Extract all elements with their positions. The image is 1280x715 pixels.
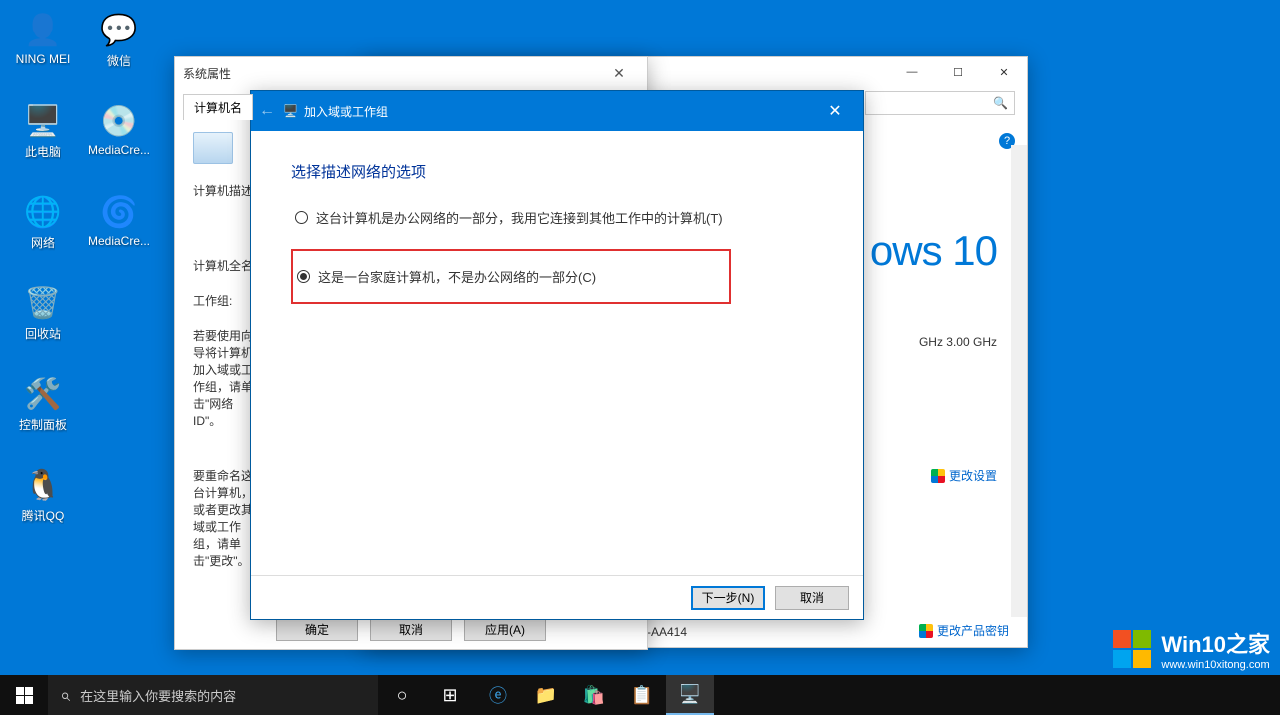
radio-icon (297, 270, 310, 283)
shield-icon (919, 624, 933, 638)
desktop-icon-ningmei[interactable]: 👤NING MEI (8, 8, 78, 69)
windows-icon (16, 687, 33, 704)
scrollbar[interactable] (1011, 145, 1027, 617)
taskbar-control-panel[interactable]: 🖥️ (666, 675, 714, 715)
props-titlebar[interactable]: 系统属性 ✕ (175, 57, 647, 89)
change-settings-link[interactable]: 更改设置 (931, 467, 997, 484)
taskbar-search[interactable]: 在这里输入你要搜索的内容 (48, 675, 378, 715)
wizard-footer: 下一步(N) 取消 (251, 575, 863, 619)
trash-icon: 🗑️ (21, 281, 65, 325)
task-view-button[interactable]: ⊞ (426, 675, 474, 715)
radio-home-computer[interactable]: 这是一台家庭计算机，不是办公网络的一部分(C) (291, 249, 731, 304)
ie-icon: 🌀 (97, 190, 141, 234)
cortana-button[interactable]: ○ (378, 675, 426, 715)
join-domain-wizard: ← 🖥️ 加入域或工作组 ✕ 选择描述网络的选项 这台计算机是办公网络的一部分，… (250, 90, 864, 620)
wechat-icon: 💬 (97, 8, 141, 52)
wizard-heading: 选择描述网络的选项 (291, 161, 823, 182)
search-icon: 🔍 (993, 96, 1008, 110)
tab-computer-name[interactable]: 计算机名 (183, 94, 253, 120)
wizard-body: 选择描述网络的选项 这台计算机是办公网络的一部分，我用它连接到其他工作中的计算机… (251, 131, 863, 575)
apply-button[interactable]: 应用(A) (464, 617, 546, 641)
windows-brand: ows 10 (870, 227, 997, 275)
disc-icon: 💿 (97, 99, 141, 143)
cpu-info: GHz 3.00 GHz (919, 335, 997, 349)
taskbar: 在这里输入你要搜索的内容 ○ ⊞ ⓔ 📁 🛍️ 📋 🖥️ (0, 675, 1280, 715)
close-button[interactable]: ✕ (981, 57, 1027, 87)
start-button[interactable] (0, 675, 48, 715)
radio-icon (295, 211, 308, 224)
computer-icon: 🖥️ (21, 99, 65, 143)
cancel-button[interactable]: 取消 (775, 586, 849, 610)
product-id: -AA414 (647, 625, 687, 639)
watermark-title: Win10之家 (1161, 627, 1270, 659)
taskbar-app1[interactable]: 📋 (618, 675, 666, 715)
change-product-key-link[interactable]: 更改产品密钥 (919, 622, 1009, 639)
search-placeholder: 在这里输入你要搜索的内容 (80, 686, 236, 705)
wizard-header[interactable]: ← 🖥️ 加入域或工作组 ✕ (251, 91, 863, 131)
ok-button[interactable]: 确定 (276, 617, 358, 641)
radio-office-network[interactable]: 这台计算机是办公网络的一部分，我用它连接到其他工作中的计算机(T) (291, 206, 823, 229)
minimize-button[interactable]: — (889, 57, 935, 87)
shield-icon (931, 469, 945, 483)
desktop-icon-recyclebin[interactable]: 🗑️回收站 (8, 281, 78, 342)
close-button[interactable]: ✕ (815, 101, 855, 121)
desktop-icon-wechat[interactable]: 💬微信 (84, 8, 154, 69)
taskbar-store[interactable]: 🛍️ (570, 675, 618, 715)
qq-icon: 🐧 (21, 463, 65, 507)
desktop-icon-mediacre2[interactable]: 🌀MediaCre... (84, 190, 154, 251)
desktop-icon-network[interactable]: 🌐网络 (8, 190, 78, 251)
taskbar-edge[interactable]: ⓔ (474, 675, 522, 715)
user-icon: 👤 (21, 8, 65, 52)
desktop-icon-controlpanel[interactable]: 🛠️控制面板 (8, 372, 78, 433)
desktop-icon-qq[interactable]: 🐧腾讯QQ (8, 463, 78, 524)
cancel-button[interactable]: 取消 (370, 617, 452, 641)
desktop-icon-mediacre1[interactable]: 💿MediaCre... (84, 99, 154, 160)
watermark-url: www.win10xitong.com (1161, 659, 1270, 671)
desktop-icons: 👤NING MEI 💬微信 🖥️此电脑 💿MediaCre... 🌐网络 🌀Me… (8, 8, 154, 524)
radio-label: 这台计算机是办公网络的一部分，我用它连接到其他工作中的计算机(T) (316, 208, 723, 227)
next-button[interactable]: 下一步(N) (691, 586, 765, 610)
radio-label: 这是一台家庭计算机，不是办公网络的一部分(C) (318, 267, 596, 286)
search-box[interactable]: 🔍 (865, 91, 1015, 115)
close-button[interactable]: ✕ (599, 65, 639, 82)
windows-logo-icon (1113, 630, 1151, 668)
back-button[interactable]: ← (259, 102, 283, 120)
props-title: 系统属性 (183, 65, 599, 82)
taskbar-explorer[interactable]: 📁 (522, 675, 570, 715)
maximize-button[interactable]: ☐ (935, 57, 981, 87)
network-icon: 🌐 (21, 190, 65, 234)
computer-icon (193, 132, 233, 164)
wizard-icon: 🖥️ (283, 104, 298, 118)
wizard-title: 🖥️ 加入域或工作组 (283, 103, 815, 120)
controlpanel-icon: 🛠️ (21, 372, 65, 416)
desktop-icon-thispc[interactable]: 🖥️此电脑 (8, 99, 78, 160)
watermark: Win10之家 www.win10xitong.com (1113, 627, 1270, 671)
search-icon (60, 685, 70, 706)
